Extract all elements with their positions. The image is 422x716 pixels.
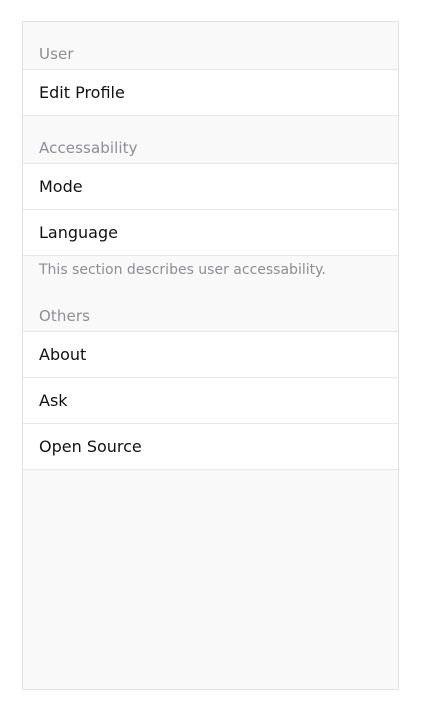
section-group-user: Edit Profile [23, 69, 398, 116]
menu-item-edit-profile[interactable]: Edit Profile [23, 70, 398, 116]
menu-item-mode[interactable]: Mode [23, 164, 398, 210]
menu-item-language[interactable]: Language [23, 210, 398, 256]
section-group-accessability: Mode Language [23, 163, 398, 256]
menu-item-ask[interactable]: Ask [23, 378, 398, 424]
settings-panel: User Edit Profile Accessability Mode Lan… [22, 21, 399, 690]
section-group-others: About Ask Open Source [23, 331, 398, 470]
section-header-user: User [39, 45, 74, 63]
menu-item-open-source[interactable]: Open Source [23, 424, 398, 470]
section-footer-accessability: This section describes user accessabilit… [39, 262, 326, 278]
menu-item-about[interactable]: About [23, 332, 398, 378]
section-header-accessability: Accessability [39, 139, 138, 157]
section-header-others: Others [39, 307, 91, 325]
